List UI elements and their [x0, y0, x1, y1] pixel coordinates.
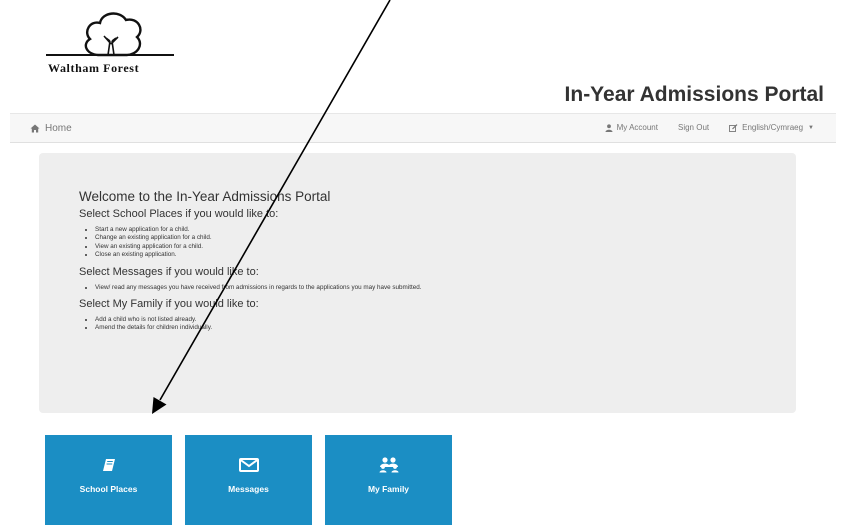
book-icon [102, 459, 115, 471]
school-places-list: Start a new application for a child. Cha… [79, 226, 779, 260]
welcome-title: Welcome to the In-Year Admissions Portal [79, 189, 331, 204]
sign-out-label: Sign Out [677, 123, 710, 132]
section-heading-messages: Select Messages if you would like to: [79, 265, 259, 278]
list-item: Amend the details for children individua… [95, 324, 779, 332]
my-family-list: Add a child who is not listed already. A… [79, 316, 779, 333]
section-heading-my-family: Select My Family if you would like to: [79, 298, 259, 311]
list-item: Add a child who is not listed already. [95, 316, 779, 324]
nav-home-link[interactable]: Home [30, 123, 72, 134]
messages-tile[interactable]: Messages [185, 435, 312, 525]
envelope-icon [238, 458, 259, 472]
school-places-label: School Places [79, 484, 138, 494]
list-item: Close an existing application. [95, 251, 779, 259]
home-icon [30, 124, 40, 133]
school-places-tile[interactable]: School Places [45, 435, 172, 525]
messages-label: Messages [228, 484, 269, 494]
waltham-forest-logo: Waltham Forest [46, 8, 174, 75]
nav-right-menu: My Account Sign Out English/Cymraeg ▼ [605, 123, 814, 132]
section-heading-school-places: Select School Places if you would like t… [79, 208, 279, 220]
list-item: Change an existing application for a chi… [95, 234, 779, 242]
edit-icon [729, 123, 738, 132]
top-navbar: Home My Account Sign Out English/Cymraeg… [10, 113, 836, 143]
nav-home-label: Home [45, 123, 72, 134]
my-account-label: My Account [616, 123, 658, 132]
navigation-tiles: School Places Messages My Family [45, 435, 452, 525]
language-dropdown[interactable]: English/Cymraeg ▼ [729, 123, 814, 132]
my-family-tile[interactable]: My Family [325, 435, 452, 525]
logo-text: Waltham Forest [48, 61, 140, 75]
oak-tree-logo-icon [46, 12, 174, 57]
welcome-panel: Welcome to the In-Year Admissions Portal… [39, 153, 796, 413]
list-item: View/ read any messages you have receive… [95, 284, 779, 292]
language-label: English/Cymraeg [742, 123, 804, 132]
family-icon [379, 457, 398, 473]
list-item: Start a new application for a child. [95, 226, 779, 234]
my-family-label: My Family [367, 484, 410, 494]
my-account-link[interactable]: My Account [605, 123, 658, 132]
messages-list: View/ read any messages you have receive… [79, 284, 779, 292]
sign-out-link[interactable]: Sign Out [678, 123, 709, 132]
caret-down-icon: ▼ [808, 124, 814, 131]
page-title: In-Year Admissions Portal [564, 83, 824, 106]
user-icon [605, 123, 613, 132]
list-item: View an existing application for a child… [95, 243, 779, 251]
